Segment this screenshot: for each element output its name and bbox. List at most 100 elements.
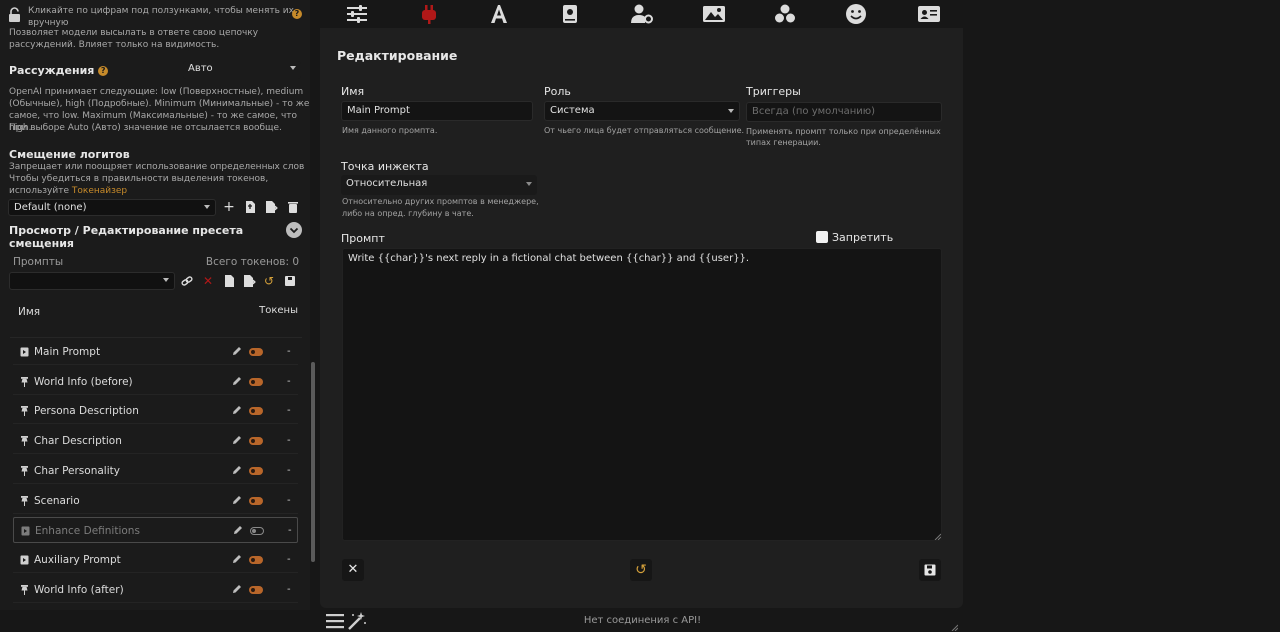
name-input[interactable]: Main Prompt: [341, 101, 533, 121]
plug-icon[interactable]: [417, 3, 441, 25]
prompt-name: World Info (before): [34, 376, 133, 388]
logit-preset-select[interactable]: Default (none): [8, 199, 216, 216]
prompt-tokens: -: [287, 435, 291, 446]
prompt-row[interactable]: Char Personality -: [13, 458, 298, 484]
resize-handle-icon[interactable]: [934, 533, 941, 540]
help-icon[interactable]: ?: [292, 9, 302, 19]
prompt-label: Промпт: [341, 232, 385, 245]
inject-label: Точка инжекта: [341, 160, 429, 173]
sliders-icon[interactable]: [345, 3, 369, 25]
user-gear-icon[interactable]: [630, 3, 654, 25]
preset-view-label: Просмотр / Редактирование пресета смещен…: [9, 224, 244, 250]
pencil-icon[interactable]: [231, 375, 243, 387]
save-icon: [924, 564, 936, 576]
total-tokens: Всего токенов: 0: [205, 256, 299, 268]
link-icon[interactable]: [180, 274, 194, 288]
reasoning-label: Рассуждения ?: [9, 64, 109, 77]
toggle-icon[interactable]: [249, 586, 263, 594]
prompt-row[interactable]: Char Description -: [13, 428, 298, 454]
import-icon[interactable]: [243, 200, 257, 214]
prompt-row[interactable]: Persona Description -: [13, 398, 298, 424]
tokenizer-link[interactable]: Токенайзер: [72, 186, 127, 196]
help-icon[interactable]: ?: [98, 66, 109, 76]
triggers-input[interactable]: Всегда (по умолчанию): [746, 102, 942, 122]
reasoning-description: Позволяет модели высылать в ответе свою …: [9, 28, 259, 50]
prompt-name: Main Prompt: [34, 346, 101, 358]
delete-prompt-button[interactable]: ✕: [201, 274, 215, 288]
column-name: Имя: [18, 306, 41, 318]
pencil-icon[interactable]: [232, 524, 244, 536]
pencil-icon[interactable]: [231, 553, 243, 565]
prompt-row[interactable]: Auxiliary Prompt -: [13, 547, 298, 573]
image-icon[interactable]: [702, 3, 726, 25]
import-prompt-icon[interactable]: [242, 274, 256, 288]
save-button[interactable]: [919, 559, 941, 581]
toggle-icon[interactable]: [249, 497, 263, 505]
trash-icon[interactable]: [286, 200, 300, 214]
top-navigation-bar: [320, 0, 965, 28]
save-icon[interactable]: [283, 274, 297, 288]
new-prompt-icon[interactable]: [222, 274, 236, 288]
toggle-icon[interactable]: [250, 527, 264, 535]
pencil-icon[interactable]: [231, 583, 243, 595]
prompt-row[interactable]: Main Prompt -: [13, 339, 298, 365]
role-select[interactable]: Система: [544, 101, 740, 121]
inject-select[interactable]: Относительная: [341, 175, 537, 195]
toggle-icon[interactable]: [249, 348, 263, 356]
add-preset-button[interactable]: +: [222, 200, 236, 214]
prompt-tokens: -: [287, 495, 291, 506]
prompt-tokens: -: [287, 554, 291, 565]
id-card-icon[interactable]: [917, 3, 941, 25]
logit-bias-desc-1: Запрещает или поощряет использование опр…: [9, 162, 305, 172]
reset-button[interactable]: ↺: [630, 559, 652, 581]
prompt-row[interactable]: Scenario -: [13, 488, 298, 514]
toggle-icon[interactable]: [249, 407, 263, 415]
cubes-icon[interactable]: [773, 3, 797, 25]
undo-icon: ↺: [635, 562, 647, 578]
inject-hint-1: Относительно других промптов в менеджере…: [342, 197, 539, 206]
toggle-icon[interactable]: [249, 378, 263, 386]
prompt-editor-panel: Редактирование Имя Main Prompt Имя данно…: [320, 28, 963, 608]
prompt-row[interactable]: Enhance Definitions -: [13, 517, 298, 543]
unlock-icon[interactable]: [7, 7, 23, 23]
pencil-icon[interactable]: [231, 464, 243, 476]
resize-handle-icon[interactable]: [951, 624, 958, 631]
close-icon: ✕: [347, 562, 359, 577]
pencil-icon[interactable]: [231, 345, 243, 357]
prompt-tokens: -: [288, 525, 292, 536]
book-icon[interactable]: [558, 3, 582, 25]
prompt-name: Char Description: [34, 435, 122, 447]
logit-bias-desc-3: используйте Токенайзер: [9, 186, 128, 196]
prompt-textarea[interactable]: Write {{char}}'s next reply in a fiction…: [342, 248, 942, 541]
triggers-hint-2: типах генерации.: [746, 138, 821, 147]
logit-bias-desc-2: Чтобы убедиться в правильности выделения…: [9, 174, 269, 184]
prompt-tokens: -: [287, 405, 291, 416]
editor-title: Редактирование: [337, 48, 458, 63]
pin-icon: [21, 466, 28, 476]
pencil-icon[interactable]: [231, 434, 243, 446]
export-icon[interactable]: [264, 200, 278, 214]
reset-icon[interactable]: ↺: [262, 274, 276, 288]
toggle-icon[interactable]: [249, 437, 263, 445]
close-button[interactable]: ✕: [342, 559, 364, 581]
forbid-overrides-checkbox[interactable]: [816, 231, 828, 243]
pin-icon: [21, 377, 28, 387]
scrollbar[interactable]: [311, 362, 315, 562]
pin-icon: [21, 406, 28, 416]
prompt-row[interactable]: World Info (before) -: [13, 369, 298, 395]
toggle-icon[interactable]: [249, 556, 263, 564]
prompts-label: Промпты: [13, 256, 64, 268]
pencil-icon[interactable]: [231, 494, 243, 506]
reasoning-select[interactable]: Авто: [183, 61, 301, 79]
prompt-row[interactable]: World Info (after) -: [13, 577, 298, 603]
prompt-name: Char Personality: [34, 465, 120, 477]
pencil-icon[interactable]: [231, 404, 243, 416]
smiley-icon[interactable]: [844, 3, 868, 25]
prompt-name: Persona Description: [34, 405, 139, 417]
font-icon[interactable]: [487, 3, 511, 25]
prompt-tokens: -: [287, 584, 291, 595]
toggle-icon[interactable]: [249, 467, 263, 475]
triggers-label: Триггеры: [746, 85, 801, 98]
prompt-select[interactable]: [9, 272, 175, 290]
chevron-down-circle-icon[interactable]: [286, 222, 302, 238]
